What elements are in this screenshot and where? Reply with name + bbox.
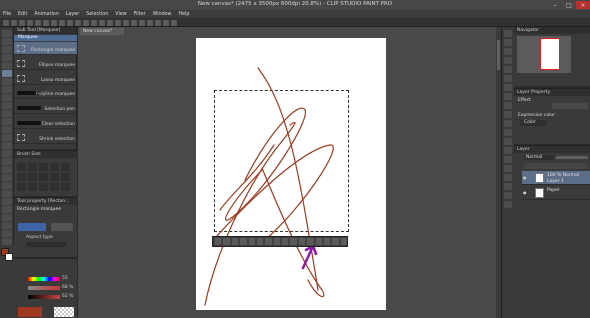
panel-icon[interactable] — [504, 192, 512, 199]
scrollbar-thumb[interactable] — [497, 40, 500, 70]
panel-icon[interactable] — [504, 66, 512, 73]
selection-launcher-button[interactable] — [256, 238, 264, 245]
panel-icon[interactable] — [504, 138, 512, 145]
selection-launcher-button[interactable] — [265, 238, 272, 245]
layer-panel: Layer Normal ● 100 % Normal Layer 1 ● Paper — [514, 145, 590, 318]
selection-launcher-button[interactable] — [315, 238, 322, 245]
panel-icon[interactable] — [504, 156, 512, 163]
navigator-header: Navigator — [514, 27, 590, 34]
panel-icon[interactable] — [504, 75, 512, 82]
selection-launcher-button[interactable] — [240, 238, 247, 245]
panel-icon[interactable] — [504, 39, 512, 46]
layer-mode-label: 100 % Normal — [547, 173, 580, 178]
layer-name-label: Layer 1 — [547, 179, 564, 184]
selection-launcher-button[interactable] — [290, 238, 297, 245]
panel-icon[interactable] — [504, 84, 512, 91]
stroke-line-4 — [261, 167, 325, 298]
panel-icon[interactable] — [504, 102, 512, 109]
panel-icon[interactable] — [504, 183, 512, 190]
selection-launcher-button[interactable] — [273, 238, 280, 245]
visibility-eye-icon[interactable]: ● — [523, 175, 528, 180]
panel-icon[interactable] — [504, 48, 512, 55]
layer-thumbnail — [535, 173, 544, 183]
panel-icon[interactable] — [504, 147, 512, 154]
right-icon-column — [501, 27, 514, 318]
layer-property-panel: Layer Property Effect Expression color C… — [514, 88, 590, 144]
visibility-eye-icon[interactable]: ● — [523, 190, 528, 195]
layer-row[interactable]: ● 100 % Normal Layer 1 — [522, 171, 590, 185]
selection-launcher-button[interactable] — [231, 238, 239, 245]
panel-icon[interactable] — [504, 165, 512, 172]
expression-color-select[interactable]: Color — [520, 120, 546, 126]
layer-toolbar — [524, 163, 588, 169]
opacity-slider[interactable] — [556, 156, 588, 159]
selection-launcher-button[interactable] — [340, 238, 347, 245]
effect-label: Effect — [518, 98, 531, 103]
selection-launcher-button[interactable] — [223, 238, 230, 245]
selection-launcher-button[interactable] — [298, 238, 306, 245]
selection-launcher-button[interactable] — [282, 238, 289, 245]
layer-panel-header: Layer — [514, 146, 590, 153]
selection-launcher-button[interactable] — [215, 238, 222, 245]
stroke-line-3 — [214, 144, 334, 241]
navigator-frame[interactable] — [540, 38, 560, 70]
panel-icon[interactable] — [504, 57, 512, 64]
panel-icon[interactable] — [504, 93, 512, 100]
layer-row[interactable]: ● Paper — [522, 186, 590, 200]
selection-launcher-button[interactable] — [332, 238, 339, 245]
expression-color-label: Expression color — [518, 113, 555, 118]
panel-icon[interactable] — [504, 129, 512, 136]
panel-icon[interactable] — [504, 30, 512, 37]
selection-launcher — [212, 236, 348, 247]
selection-launcher-button[interactable] — [323, 238, 331, 245]
panel-icon[interactable] — [504, 201, 512, 208]
panel-icon[interactable] — [504, 174, 512, 181]
clip-studio-window: New canvas* (2475 x 3500px 600dpi 20.8%)… — [0, 0, 590, 318]
blend-mode-select[interactable]: Normal — [524, 155, 554, 160]
layer-thumbnail — [535, 188, 544, 198]
panel-icon[interactable] — [504, 111, 512, 118]
effect-buttons[interactable] — [552, 103, 588, 109]
selection-launcher-button[interactable] — [248, 238, 255, 245]
layer-property-header: Layer Property — [514, 89, 590, 96]
panel-icon[interactable] — [504, 120, 512, 127]
layer-mode-label: Paper — [547, 188, 560, 193]
selection-launcher-button[interactable] — [307, 238, 314, 245]
